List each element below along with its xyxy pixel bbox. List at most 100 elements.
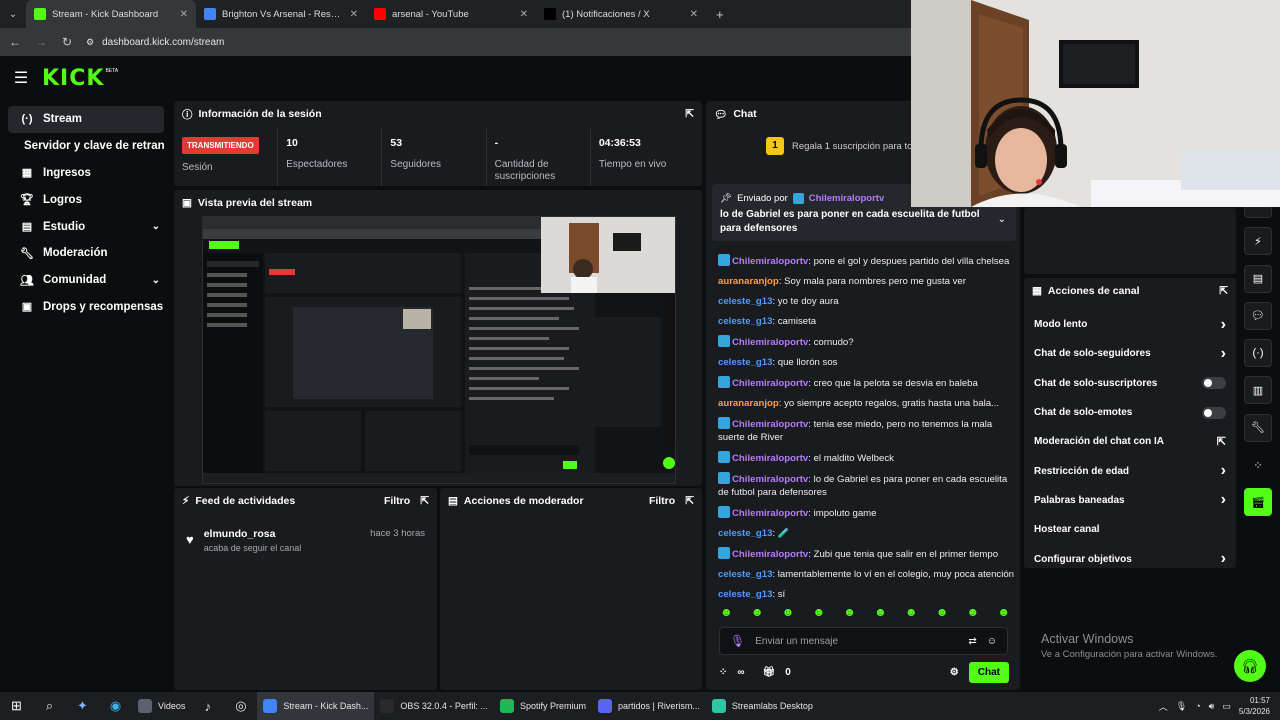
channel-actions-popout-icon[interactable]: ⇱: [1219, 285, 1228, 297]
quick-emote-icon[interactable]: ☻: [905, 605, 918, 619]
edge-icon[interactable]: ◉: [99, 692, 132, 720]
channel-action-item[interactable]: Moderación del chat con IA ⇱: [1024, 427, 1236, 456]
rail-broadcast-icon[interactable]: (·): [1244, 339, 1272, 368]
feed-popout-icon[interactable]: ⇱: [420, 495, 429, 507]
stream-preview-video[interactable]: [202, 216, 676, 484]
gift-icon[interactable]: 🎁︎: [763, 667, 776, 678]
sidebar-item[interactable]: 🏆︎ Logros: [8, 186, 164, 213]
chat-username[interactable]: Chilemiraloportv: [732, 378, 808, 389]
chat-message[interactable]: Chilemiraloportv: cornudo?: [718, 335, 1018, 349]
chat-message[interactable]: Chilemiraloportv: Zubi que tenia que sal…: [718, 547, 1018, 561]
chat-message[interactable]: Chilemiraloportv: el maldito Welbeck: [718, 451, 1018, 465]
sidebar-item[interactable]: 👥︎ Comunidad ⌄: [8, 267, 164, 294]
taskbar-app[interactable]: Spotify Premium: [494, 692, 592, 720]
browser-tab[interactable]: Brighton Vs Arsenal - Resultado ✕: [196, 0, 366, 28]
kick-logo[interactable]: KICK: [42, 66, 104, 91]
toggle-switch[interactable]: [1202, 377, 1226, 390]
sidebar-item[interactable]: ▣ Drops y recompensas: [8, 294, 164, 321]
chat-message[interactable]: Chilemiraloportv: pone el gol y despues …: [718, 254, 1018, 268]
channel-points-icon[interactable]: ⁘: [719, 667, 727, 678]
forward-arrow-icon[interactable]: →: [34, 35, 48, 49]
chat-username[interactable]: Chilemiraloportv: [732, 474, 808, 485]
taskbar-app[interactable]: Streamlabs Desktop: [706, 692, 819, 720]
search-icon[interactable]: ⌕: [33, 692, 66, 720]
toggle-switch[interactable]: [1202, 406, 1226, 419]
sidebar-item[interactable]: ▤ Estudio ⌄: [8, 213, 164, 240]
taskbar-clock[interactable]: 01:57 5/3/2026: [1239, 695, 1270, 717]
windows-start-icon[interactable]: ⊞: [0, 692, 33, 720]
rail-clapper-icon[interactable]: 🎬︎: [1244, 488, 1272, 517]
tab-close-icon[interactable]: ✕: [350, 9, 358, 20]
pinned-expand-chevron-icon[interactable]: ⌄: [998, 214, 1006, 225]
taskbar-app[interactable]: partidos | Riverism...: [592, 692, 706, 720]
rail-wrench-icon[interactable]: 🔧︎: [1244, 413, 1272, 442]
taskbar-app[interactable]: Stream - Kick Dash...: [257, 692, 375, 720]
tab-close-icon[interactable]: ✕: [690, 9, 698, 20]
tray-mic-icon[interactable]: 🎙︎: [1176, 701, 1187, 712]
rail-points-icon[interactable]: ⁘: [1244, 451, 1272, 479]
chat-message[interactable]: celeste_g13: yo te doy aura: [718, 295, 1018, 308]
rail-document-icon[interactable]: ▤: [1244, 264, 1272, 293]
channel-action-item[interactable]: Palabras baneadas ›: [1024, 486, 1236, 515]
microphone-icon[interactable]: 🎙︎: [730, 634, 745, 648]
tab-close-icon[interactable]: ✕: [180, 9, 188, 20]
channel-action-item[interactable]: Hostear canal: [1024, 515, 1236, 544]
sidebar-item[interactable]: ▦ Ingresos: [8, 160, 164, 187]
chat-username[interactable]: auranaranjop: [718, 398, 779, 409]
back-arrow-icon[interactable]: ←: [8, 35, 22, 49]
rail-lightning-icon[interactable]: ⚡︎: [1244, 227, 1272, 256]
browser-tab[interactable]: arsenal - YouTube ✕: [366, 0, 536, 28]
chat-message[interactable]: Chilemiraloportv: tenia ese miedo, pero …: [718, 417, 1018, 444]
taskbar-app[interactable]: Videos: [132, 692, 191, 720]
tab-search-icon[interactable]: ⌄: [0, 0, 26, 28]
chat-send-button[interactable]: Chat: [968, 661, 1009, 683]
tab-close-icon[interactable]: ✕: [520, 9, 528, 20]
chat-message[interactable]: auranaranjop: Soy mala para nombres pero…: [718, 275, 1018, 288]
chat-username[interactable]: Chilemiraloportv: [732, 337, 808, 348]
chat-username[interactable]: celeste_g13: [718, 528, 772, 539]
quick-emote-icon[interactable]: ☻: [812, 605, 825, 619]
mod-popout-icon[interactable]: ⇱: [685, 495, 694, 507]
channel-action-item[interactable]: Chat de solo-emotes: [1024, 398, 1236, 427]
rail-chat-icon[interactable]: 💬︎: [1244, 301, 1272, 330]
chat-username[interactable]: Chilemiraloportv: [732, 419, 808, 430]
chat-message[interactable]: celeste_g13: camiseta: [718, 315, 1018, 328]
chat-username[interactable]: celeste_g13: [718, 296, 772, 307]
emoji-picker-icon[interactable]: ☺: [987, 636, 997, 647]
chat-username[interactable]: Chilemiraloportv: [732, 453, 808, 464]
chat-message[interactable]: Chilemiraloportv: creo que la pelota se …: [718, 376, 1018, 390]
feed-item-user[interactable]: elmundo_rosa: [204, 528, 302, 540]
chat-message[interactable]: celeste_g13: sí: [718, 588, 1018, 601]
quick-emote-icon[interactable]: ☻: [720, 605, 733, 619]
quick-emote-icon[interactable]: ☻: [751, 605, 764, 619]
chat-message[interactable]: celeste_g13: 🧪: [718, 527, 1018, 540]
chat-username[interactable]: celeste_g13: [718, 589, 772, 600]
chat-username[interactable]: auranaranjop: [718, 276, 779, 287]
tray-wifi-icon[interactable]: ◔: [1195, 701, 1200, 711]
tray-volume-icon[interactable]: 🔊︎: [1209, 701, 1215, 712]
chat-message[interactable]: celeste_g13: lamentablemente lo ví en el…: [718, 568, 1018, 581]
chat-username[interactable]: Chilemiraloportv: [732, 549, 808, 560]
chat-username[interactable]: celeste_g13: [718, 569, 772, 580]
channel-action-item[interactable]: Configurar objetivos ›: [1024, 544, 1236, 568]
feed-filter-button[interactable]: Filtro: [384, 495, 410, 507]
browser-tab[interactable]: (1) Notificaciones / X ✕: [536, 0, 706, 28]
taskbar-app[interactable]: OBS 32.0.4 - Perfil: ...: [374, 692, 494, 720]
site-info-icon[interactable]: ⚙: [86, 37, 94, 48]
quick-emote-icon[interactable]: ☻: [967, 605, 980, 619]
chat-username[interactable]: celeste_g13: [718, 316, 772, 327]
quick-emote-icon[interactable]: ☻: [997, 605, 1010, 619]
pinned-user[interactable]: Chilemiraloportv: [809, 193, 885, 204]
copilot-icon[interactable]: ✦: [66, 692, 99, 720]
reload-icon[interactable]: ↻: [60, 35, 74, 49]
chat-input[interactable]: 🎙︎ Enviar un mensaje ⇄ ☺: [719, 627, 1008, 655]
channel-action-item[interactable]: Restricción de edad ›: [1024, 456, 1236, 485]
chrome-icon[interactable]: ◎: [224, 692, 257, 720]
translate-icon[interactable]: ⇄: [968, 636, 976, 647]
tiktok-icon[interactable]: ♪: [191, 692, 224, 720]
sidebar-item[interactable]: (·) Stream: [8, 106, 164, 133]
support-headset-icon[interactable]: 🎧︎: [1234, 650, 1266, 682]
sidebar-item[interactable]: 🔧︎ Moderación: [8, 240, 164, 267]
chat-message[interactable]: Chilemiraloportv: impoluto game: [718, 506, 1018, 520]
quick-emote-icon[interactable]: ☻: [782, 605, 795, 619]
